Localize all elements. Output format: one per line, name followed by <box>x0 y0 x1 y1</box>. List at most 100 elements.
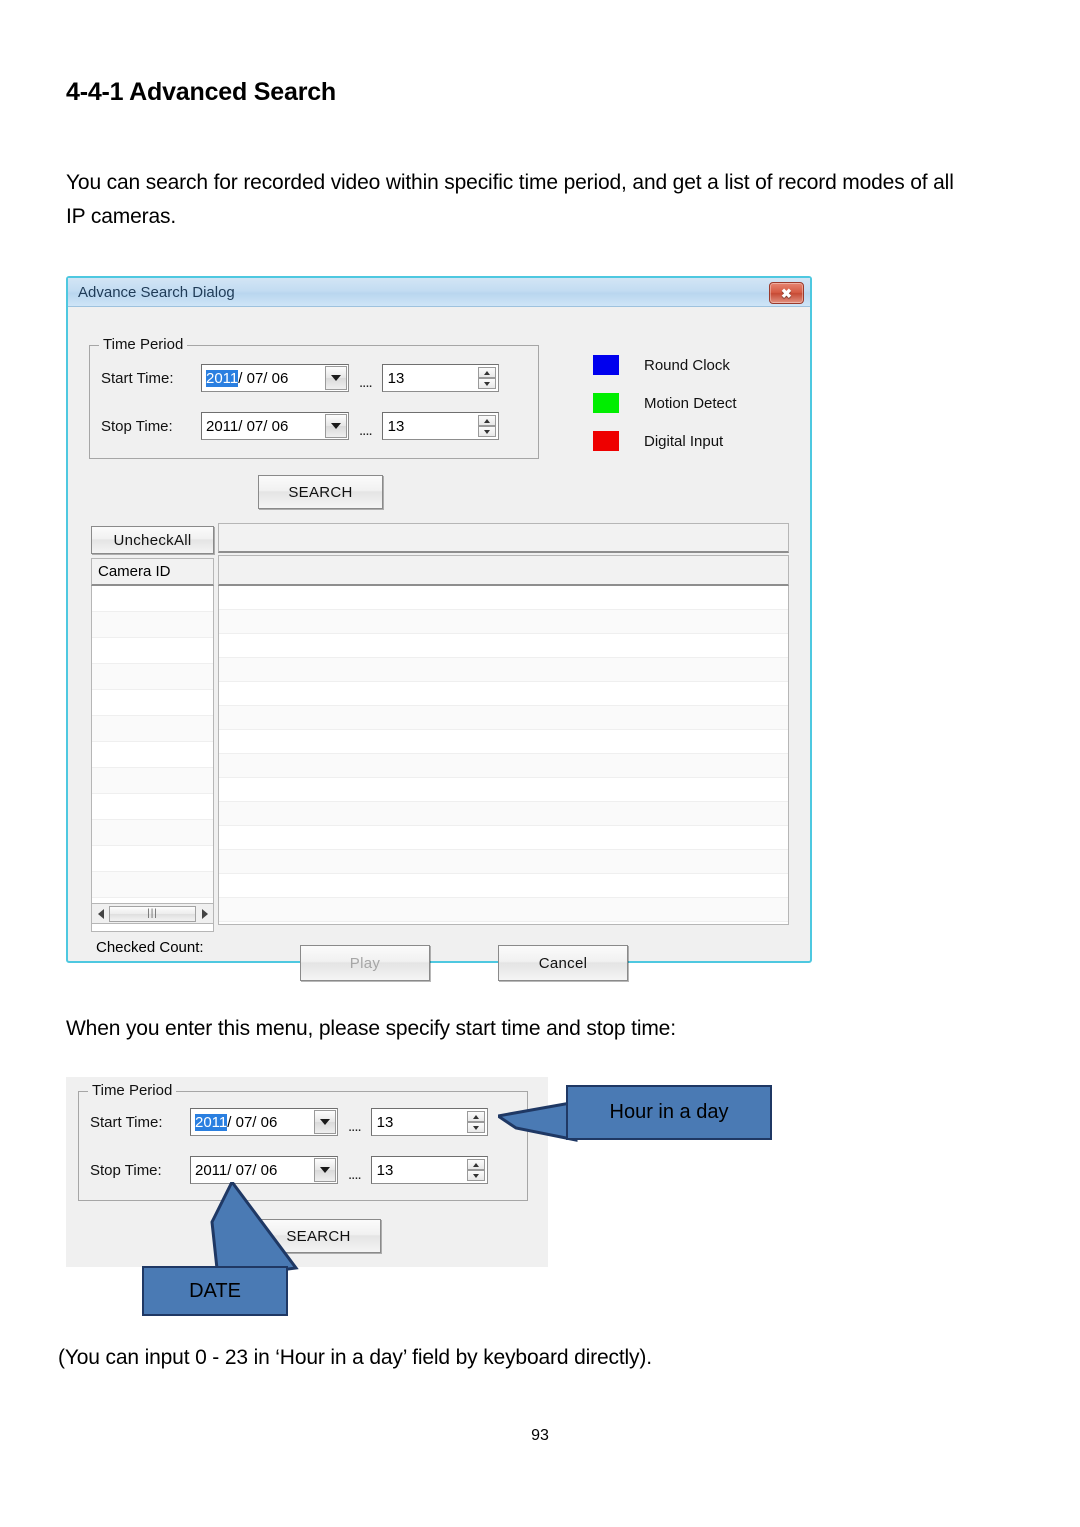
camera-list-horizontal-scrollbar[interactable]: ||| <box>91 903 214 924</box>
start-date-dropdown-button-annotated[interactable] <box>314 1110 336 1134</box>
caret-down-icon <box>472 1125 479 1130</box>
stop-hour-spin-buttons[interactable] <box>477 415 496 437</box>
camera-id-row[interactable] <box>92 872 213 898</box>
caret-up-icon <box>483 418 490 423</box>
camera-id-row[interactable] <box>92 794 213 820</box>
spinner-down-button[interactable] <box>477 426 496 437</box>
timeline-row[interactable] <box>219 874 788 898</box>
advance-search-dialog: Advance Search Dialog ✖ Time Period Star… <box>66 276 812 981</box>
callout-date: DATE <box>142 1266 288 1316</box>
stop-time-row-annotated: Stop Time: 2011/ 07/ 06 .... 13 <box>90 1156 488 1184</box>
page-title: 4-4-1 Advanced Search <box>66 78 336 106</box>
search-button[interactable]: SEARCH <box>258 475 383 509</box>
stop-date-dropdown-button[interactable] <box>325 414 347 438</box>
camera-id-row[interactable] <box>92 768 213 794</box>
start-hour-spinner-annotated[interactable]: 13 <box>370 1108 488 1136</box>
stop-time-label: Stop Time: <box>101 417 173 435</box>
timeline-row[interactable] <box>219 658 788 682</box>
spinner-down-button[interactable] <box>466 1122 485 1133</box>
timeline-row[interactable] <box>219 730 788 754</box>
timeline-row[interactable] <box>219 706 788 730</box>
start-hour-spinner[interactable]: 13 <box>381 364 499 392</box>
timeline-row[interactable] <box>219 802 788 826</box>
camera-id-row[interactable] <box>92 612 213 638</box>
spinner-up-button[interactable] <box>466 1111 485 1122</box>
timeline-column-header <box>218 555 789 586</box>
digital-input-color-swatch <box>593 431 619 451</box>
start-date-rest: / 07/ 06 <box>238 369 289 387</box>
spinner-up-button[interactable] <box>477 367 496 378</box>
camera-id-row[interactable] <box>92 820 213 846</box>
intro-paragraph: You can search for recorded video within… <box>66 171 954 228</box>
caret-up-icon <box>472 1162 479 1167</box>
timeline-row[interactable] <box>219 898 788 922</box>
stop-hour-spinner[interactable]: 13 <box>381 412 499 440</box>
dialog-body: Time Period Start Time: 2011/ 07/ 06 ...… <box>68 307 810 981</box>
start-date-selected-year: 2011 <box>206 369 239 387</box>
caret-down-icon <box>483 429 490 434</box>
spinner-up-button[interactable] <box>466 1159 485 1170</box>
arrow-right-icon <box>201 908 208 919</box>
camera-id-row[interactable] <box>92 586 213 612</box>
start-date-combo[interactable]: 2011/ 07/ 06 <box>201 364 349 392</box>
legend-label-digital-input: Digital Input <box>644 432 724 450</box>
legend-item-round-clock: Round Clock <box>593 355 737 375</box>
timeline-row[interactable] <box>219 682 788 706</box>
timeline-row[interactable] <box>219 610 788 634</box>
timeline-header-strip <box>218 523 789 553</box>
stop-time-label-annotated: Stop Time: <box>90 1161 162 1179</box>
dialog-titlebar: Advance Search Dialog ✖ <box>68 278 810 307</box>
start-date-selected-year-annotated: 2011 <box>195 1113 228 1131</box>
start-hour-value-annotated: 13 <box>376 1113 394 1131</box>
scroll-left-button[interactable] <box>93 905 108 922</box>
stop-hour-value: 13 <box>387 417 405 435</box>
play-button[interactable]: Play <box>300 945 430 981</box>
uncheck-all-button[interactable]: UncheckAll <box>91 526 214 554</box>
camera-id-row[interactable] <box>92 638 213 664</box>
stop-separator: .... <box>359 421 373 439</box>
spinner-down-button[interactable] <box>477 378 496 389</box>
scrollbar-thumb[interactable]: ||| <box>109 905 196 922</box>
spinner-up-button[interactable] <box>477 415 496 426</box>
stop-date-combo-annotated[interactable]: 2011/ 07/ 06 <box>190 1156 338 1184</box>
timeline-row[interactable] <box>219 850 788 874</box>
camera-id-list[interactable] <box>91 586 214 932</box>
camera-id-row[interactable] <box>92 716 213 742</box>
stop-hour-spin-buttons-annotated[interactable] <box>466 1159 485 1181</box>
camera-id-row[interactable] <box>92 690 213 716</box>
chevron-down-icon <box>320 1119 330 1125</box>
camera-id-column-header[interactable]: Camera ID <box>91 558 214 586</box>
start-time-label: Start Time: <box>101 369 174 387</box>
page-number: 93 <box>531 1427 549 1444</box>
caret-up-icon <box>483 370 490 375</box>
timeline-row[interactable] <box>219 586 788 610</box>
caret-down-icon <box>483 381 490 386</box>
start-hour-spin-buttons[interactable] <box>477 367 496 389</box>
timeline-row[interactable] <box>219 826 788 850</box>
start-date-combo-annotated[interactable]: 2011/ 07/ 06 <box>190 1108 338 1136</box>
stop-hour-value-annotated: 13 <box>376 1161 394 1179</box>
timeline-row[interactable] <box>219 634 788 658</box>
cancel-button[interactable]: Cancel <box>498 945 628 981</box>
start-separator-annotated: .... <box>348 1117 362 1135</box>
start-date-rest-annotated: / 07/ 06 <box>227 1113 278 1131</box>
legend-item-motion-detect: Motion Detect <box>593 393 737 413</box>
motion-detect-color-swatch <box>593 393 619 413</box>
stop-hour-spinner-annotated[interactable]: 13 <box>370 1156 488 1184</box>
start-hour-spin-buttons-annotated[interactable] <box>466 1111 485 1133</box>
close-icon[interactable]: ✖ <box>769 282 804 304</box>
camera-id-row[interactable] <box>92 846 213 872</box>
close-glyph: ✖ <box>781 285 792 301</box>
timeline-row[interactable] <box>219 754 788 778</box>
timeline-row[interactable] <box>219 778 788 802</box>
stop-date-combo[interactable]: 2011/ 07/ 06 <box>201 412 349 440</box>
callout-hour-in-a-day: Hour in a day <box>566 1085 772 1140</box>
chevron-down-icon <box>331 375 341 381</box>
timeline-grid[interactable] <box>218 586 789 925</box>
spinner-down-button[interactable] <box>466 1170 485 1181</box>
scroll-right-button[interactable] <box>197 905 212 922</box>
camera-id-row[interactable] <box>92 742 213 768</box>
camera-id-row[interactable] <box>92 664 213 690</box>
stop-date-dropdown-button-annotated[interactable] <box>314 1158 336 1182</box>
start-date-dropdown-button[interactable] <box>325 366 347 390</box>
